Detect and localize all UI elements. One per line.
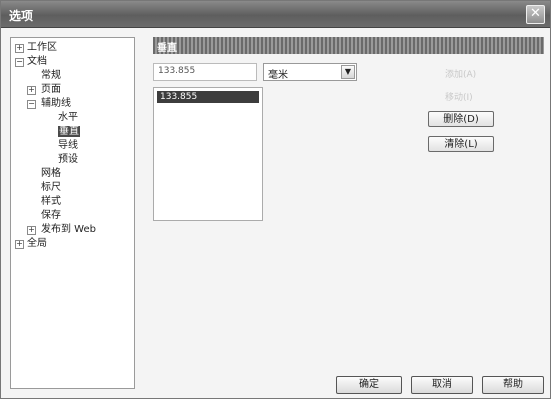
category-tree: + 工作区 − 文档 常规 + 页面 − 辅助线 水平 垂直 导线 预设 网格 … (10, 37, 135, 389)
list-item[interactable]: 133.855 (157, 91, 259, 103)
chevron-down-icon[interactable]: ▼ (341, 65, 355, 79)
guideline-list[interactable]: 133.855 (153, 87, 263, 221)
close-icon: ✕ (530, 6, 541, 21)
section-header: 垂直 (153, 37, 544, 54)
close-button[interactable]: ✕ (526, 5, 545, 24)
tree-item-rulers[interactable]: 标尺 (41, 181, 61, 194)
clear-button[interactable]: 清除(L) (428, 136, 494, 152)
section-title: 垂直 (157, 43, 177, 54)
expand-icon[interactable]: + (27, 86, 36, 95)
tree-item-general[interactable]: 常规 (41, 69, 61, 82)
move-button[interactable]: 移动(I) (445, 90, 473, 103)
tree-item-styles[interactable]: 样式 (41, 195, 61, 208)
position-input[interactable]: 133.855 (153, 63, 257, 81)
options-dialog: 选项 ✕ + 工作区 − 文档 常规 + 页面 − 辅助线 水平 垂直 导线 预… (0, 0, 551, 399)
tree-item-vertical[interactable]: 垂直 (58, 125, 80, 138)
delete-button[interactable]: 删除(D) (428, 111, 494, 127)
tree-item-grid[interactable]: 网格 (41, 167, 61, 180)
tree-item-save[interactable]: 保存 (41, 209, 61, 222)
cancel-button[interactable]: 取消 (411, 376, 473, 394)
add-button[interactable]: 添加(A) (445, 67, 476, 80)
unit-select[interactable]: 毫米 ▼ (263, 63, 357, 81)
title-bar[interactable]: 选项 ✕ (1, 1, 550, 28)
collapse-icon[interactable]: − (15, 58, 24, 67)
expand-icon[interactable]: + (27, 226, 36, 235)
ok-button[interactable]: 确定 (336, 376, 402, 394)
expand-icon[interactable]: + (15, 44, 24, 53)
tree-item-presets[interactable]: 预设 (58, 153, 78, 166)
dialog-title: 选项 (9, 9, 34, 23)
collapse-icon[interactable]: − (27, 100, 36, 109)
help-button[interactable]: 帮助 (482, 376, 544, 394)
tree-item-guides[interactable]: 导线 (58, 139, 78, 152)
tree-item-horizontal[interactable]: 水平 (58, 111, 78, 124)
expand-icon[interactable]: + (15, 240, 24, 249)
unit-value: 毫米 (268, 70, 288, 81)
